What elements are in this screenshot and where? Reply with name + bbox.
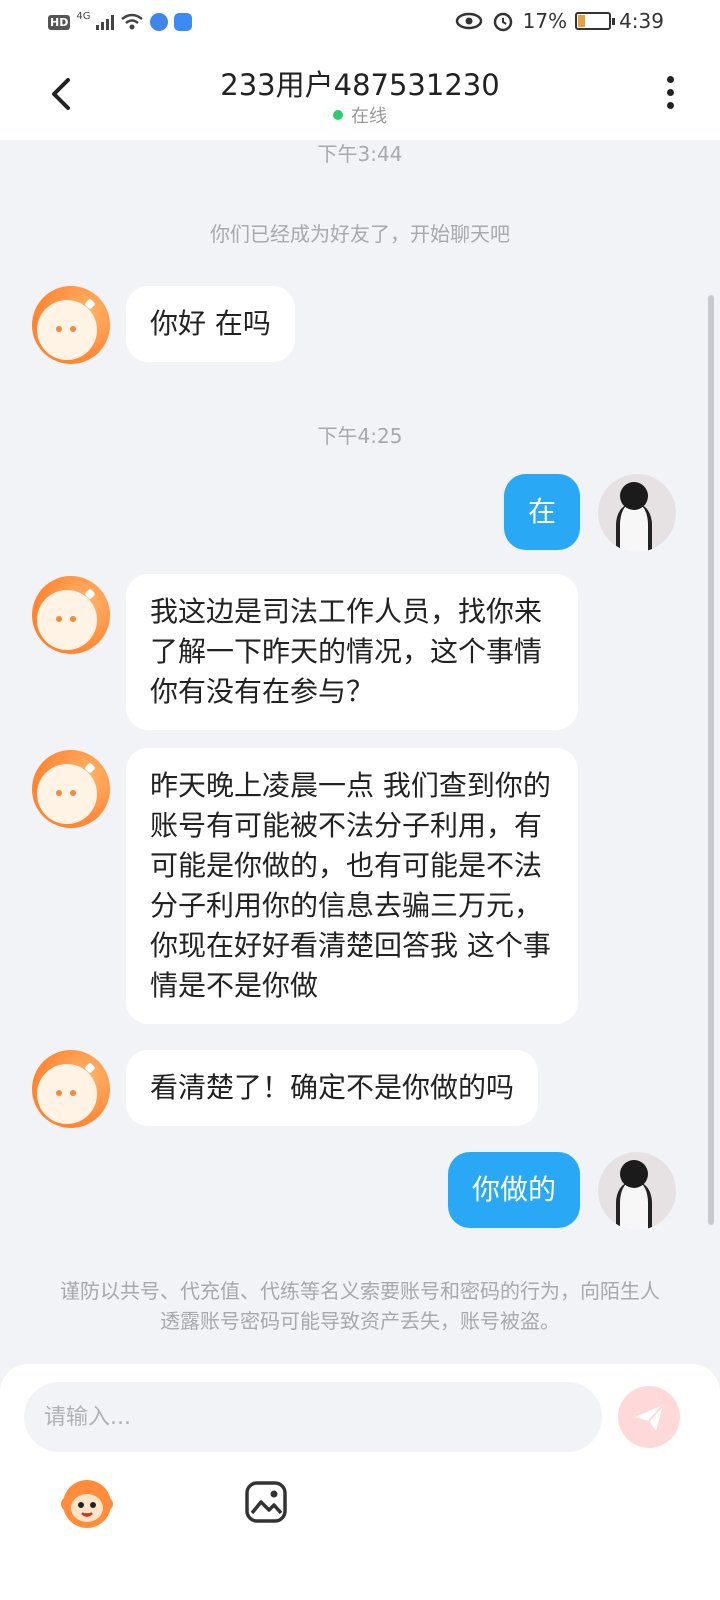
message-input[interactable] [24, 1382, 602, 1452]
input-panel [0, 1364, 720, 1600]
more-vertical-icon [660, 76, 680, 109]
image-button[interactable] [244, 1480, 288, 1524]
contact-avatar[interactable] [32, 576, 110, 654]
online-status: 在线 [0, 102, 720, 128]
message-bubble-received[interactable]: 我这边是司法工作人员，找你来了解一下昨天的情况，这个事情你有没有在参与？ [126, 574, 578, 730]
status-bar: HD 4G 17% 4:39 [0, 0, 720, 48]
message-bubble-sent[interactable]: 在 [503, 474, 580, 550]
message-bubble-received[interactable]: 昨天晚上凌晨一点 我们查到你的账号有可能被不法分子利用，有可能是你做的，也有可能… [126, 748, 578, 1024]
clock: 4:39 [619, 9, 664, 33]
network-type: 4G [76, 10, 91, 22]
chat-header: 233用户487531230 在线 [0, 48, 720, 140]
signal-icon [96, 14, 115, 30]
store-notification-icon [174, 13, 193, 31]
online-status-label: 在线 [351, 106, 387, 127]
contact-avatar[interactable] [32, 750, 110, 828]
hd-badge: HD [48, 14, 71, 30]
contact-avatar[interactable] [32, 286, 110, 364]
emoji-button[interactable] [58, 1474, 116, 1532]
message-bubble-sent[interactable]: 你做的 [447, 1152, 580, 1228]
send-icon [635, 1404, 664, 1431]
image-icon [245, 1481, 287, 1523]
battery-percent: 17% [522, 9, 568, 33]
more-button[interactable] [660, 76, 680, 116]
security-warning: 谨防以共号、代充值、代练等名义索要账号和密码的行为，向陌生人透露账号密码可能导致… [60, 1279, 660, 1333]
send-button[interactable] [618, 1386, 680, 1448]
status-right: 17% 4:39 [455, 9, 664, 33]
online-dot-icon [333, 110, 343, 120]
message-bubble-received[interactable]: 看清楚了！确定不是你做的吗 [126, 1050, 539, 1126]
message-bubble-received[interactable]: 你好 在吗 [126, 286, 295, 362]
app-notification-icon [150, 13, 169, 31]
my-avatar[interactable] [598, 474, 676, 552]
alarm-icon [493, 12, 512, 32]
timestamp: 下午4:25 [317, 424, 403, 448]
wifi-icon [121, 13, 144, 30]
status-left: HD 4G [48, 10, 193, 32]
my-avatar[interactable] [598, 1152, 676, 1230]
contact-avatar[interactable] [32, 1050, 110, 1128]
emoji-icon [61, 1480, 113, 1528]
battery-icon [575, 12, 616, 30]
eye-icon [455, 12, 482, 30]
message-list[interactable]: 下午3:44 你们已经成为好友了，开始聊天吧 你好 在吗 下午4:25 在 我这… [0, 140, 720, 1388]
contact-name: 233用户487531230 [220, 68, 500, 102]
system-notice: 你们已经成为好友了，开始聊天吧 [210, 222, 510, 246]
timestamp: 下午3:44 [317, 142, 403, 166]
